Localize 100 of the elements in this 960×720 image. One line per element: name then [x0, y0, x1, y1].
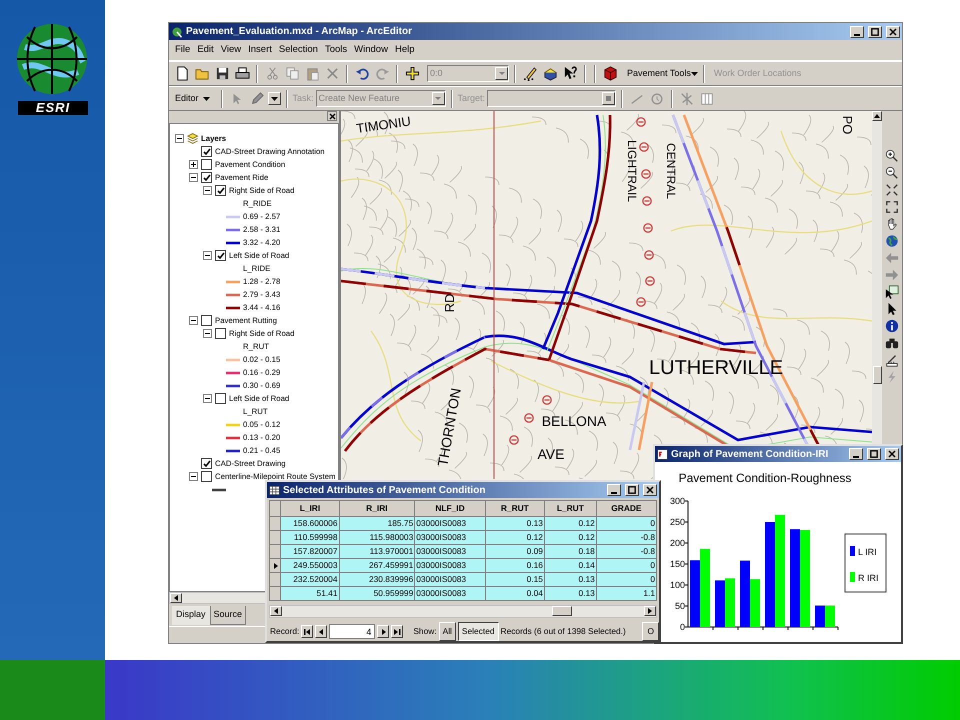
table-cell: 0: [596, 516, 656, 531]
panel-tab[interactable]: Source: [210, 606, 246, 624]
globe-logo-icon: [15, 22, 89, 96]
column-header[interactable]: R_RUT: [485, 500, 544, 517]
sketch-pencil-icon[interactable]: [522, 66, 538, 81]
info-icon[interactable]: [885, 319, 899, 333]
zoom-in-icon[interactable]: [885, 149, 899, 163]
fixed-zoom-in-icon[interactable]: [885, 183, 899, 197]
column-header[interactable]: L_IRI: [280, 500, 339, 517]
print-icon[interactable]: [234, 66, 250, 81]
save-icon[interactable]: [214, 66, 230, 81]
collapse-icon[interactable]: [203, 394, 212, 403]
expand-icon[interactable]: [189, 160, 198, 169]
pan-hand-icon[interactable]: [885, 217, 899, 231]
editor-menu[interactable]: Editor: [175, 92, 199, 106]
layer-checkbox[interactable]: [215, 328, 226, 339]
options-button[interactable]: O: [642, 622, 659, 641]
collapse-icon[interactable]: [189, 316, 198, 325]
map-label: LIGHTRAIL: [625, 140, 639, 202]
maximize-button[interactable]: [867, 448, 881, 460]
maximize-button[interactable]: [625, 484, 639, 496]
last-record-button[interactable]: [391, 625, 404, 638]
layer-checkbox[interactable]: [215, 250, 226, 261]
collapse-icon[interactable]: [189, 472, 198, 481]
minimize-icon: [854, 34, 860, 36]
next-record-button[interactable]: [377, 625, 390, 638]
scrollbar-thumb[interactable]: [552, 606, 572, 616]
layer-checkbox[interactable]: [201, 146, 212, 157]
layer-checkbox[interactable]: [201, 471, 212, 482]
layers-icon: [187, 132, 200, 145]
layer-checkbox[interactable]: [201, 315, 212, 326]
select-features-icon[interactable]: [885, 285, 899, 299]
table-icon: [269, 484, 280, 496]
collapse-icon[interactable]: [203, 186, 212, 195]
pavement-tools-menu[interactable]: Pavement Tools: [627, 66, 691, 80]
menu-item[interactable]: Help: [394, 42, 414, 58]
menu-item[interactable]: View: [220, 42, 242, 58]
close-button[interactable]: [327, 111, 337, 121]
previous-record-button[interactable]: [315, 625, 328, 638]
show-toggle[interactable]: Selected: [458, 622, 499, 641]
menu-item[interactable]: Selection: [278, 42, 318, 58]
bar: [815, 606, 825, 627]
undo-icon[interactable]: [354, 66, 370, 81]
binoculars-icon[interactable]: [885, 336, 899, 350]
menu-item[interactable]: Edit: [197, 42, 214, 58]
layer-checkbox[interactable]: [201, 458, 212, 469]
table-cell: 0.16: [485, 558, 544, 573]
menu-item[interactable]: Tools: [324, 42, 348, 58]
collapse-icon[interactable]: [203, 251, 212, 260]
collapse-icon[interactable]: [189, 173, 198, 182]
show-toggle[interactable]: All: [438, 622, 456, 641]
layer-checkbox[interactable]: [201, 172, 212, 183]
fixed-zoom-out-icon[interactable]: [885, 200, 899, 214]
maximize-button[interactable]: [868, 26, 882, 38]
column-header[interactable]: R_IRI: [339, 500, 415, 517]
minimize-button[interactable]: [850, 26, 864, 38]
first-record-icon: [304, 628, 311, 635]
first-record-button[interactable]: [301, 625, 314, 638]
horizontal-scrollbar[interactable]: [269, 605, 657, 618]
menu-item[interactable]: Window: [354, 42, 388, 58]
collapse-icon[interactable]: [175, 134, 184, 143]
layer-checkbox[interactable]: [215, 393, 226, 404]
bar: [740, 560, 750, 627]
panel-tab[interactable]: Display: [172, 606, 210, 624]
check-icon: [202, 148, 210, 155]
new-document-icon[interactable]: [174, 66, 190, 81]
layer-checkbox[interactable]: [215, 185, 226, 196]
minimize-button[interactable]: [849, 448, 863, 460]
target-dropdown[interactable]: [487, 90, 616, 107]
help-pointer-icon[interactable]: [562, 66, 578, 81]
column-header[interactable]: NLF_ID: [414, 500, 486, 517]
table-cell: 03000IS0083: [414, 558, 486, 573]
box-icon[interactable]: [542, 66, 558, 81]
globe-icon[interactable]: [885, 234, 899, 248]
paste-icon[interactable]: [304, 66, 320, 81]
menu-item[interactable]: Insert: [248, 42, 272, 58]
y-tick-label: 100: [670, 580, 685, 590]
bar: [725, 578, 735, 627]
maximize-icon: [870, 450, 878, 458]
table-cell: 03000IS0083: [414, 516, 486, 531]
row-selector[interactable]: [270, 558, 281, 573]
collapse-icon[interactable]: [203, 329, 212, 338]
attributes-icon[interactable]: [700, 92, 714, 106]
bar: [690, 560, 700, 627]
record-field[interactable]: 4: [329, 624, 376, 640]
scrollbar-thumb[interactable]: [872, 366, 882, 384]
minimize-button[interactable]: [607, 484, 621, 496]
plus-icon[interactable]: [404, 66, 420, 81]
column-header[interactable]: GRADE: [596, 500, 656, 517]
bar: [750, 579, 760, 627]
zoom-out-icon[interactable]: [885, 166, 899, 180]
measure-icon[interactable]: [885, 353, 899, 367]
target-label: Target:: [458, 92, 486, 105]
column-header[interactable]: L_RUT: [544, 500, 596, 517]
layer-checkbox[interactable]: [201, 159, 212, 170]
current-row-icon: [274, 563, 278, 570]
last-record-icon: [394, 628, 401, 635]
menu-item[interactable]: File: [175, 42, 190, 58]
pencil-icon[interactable]: [250, 92, 264, 106]
cube-icon[interactable]: [602, 66, 618, 81]
